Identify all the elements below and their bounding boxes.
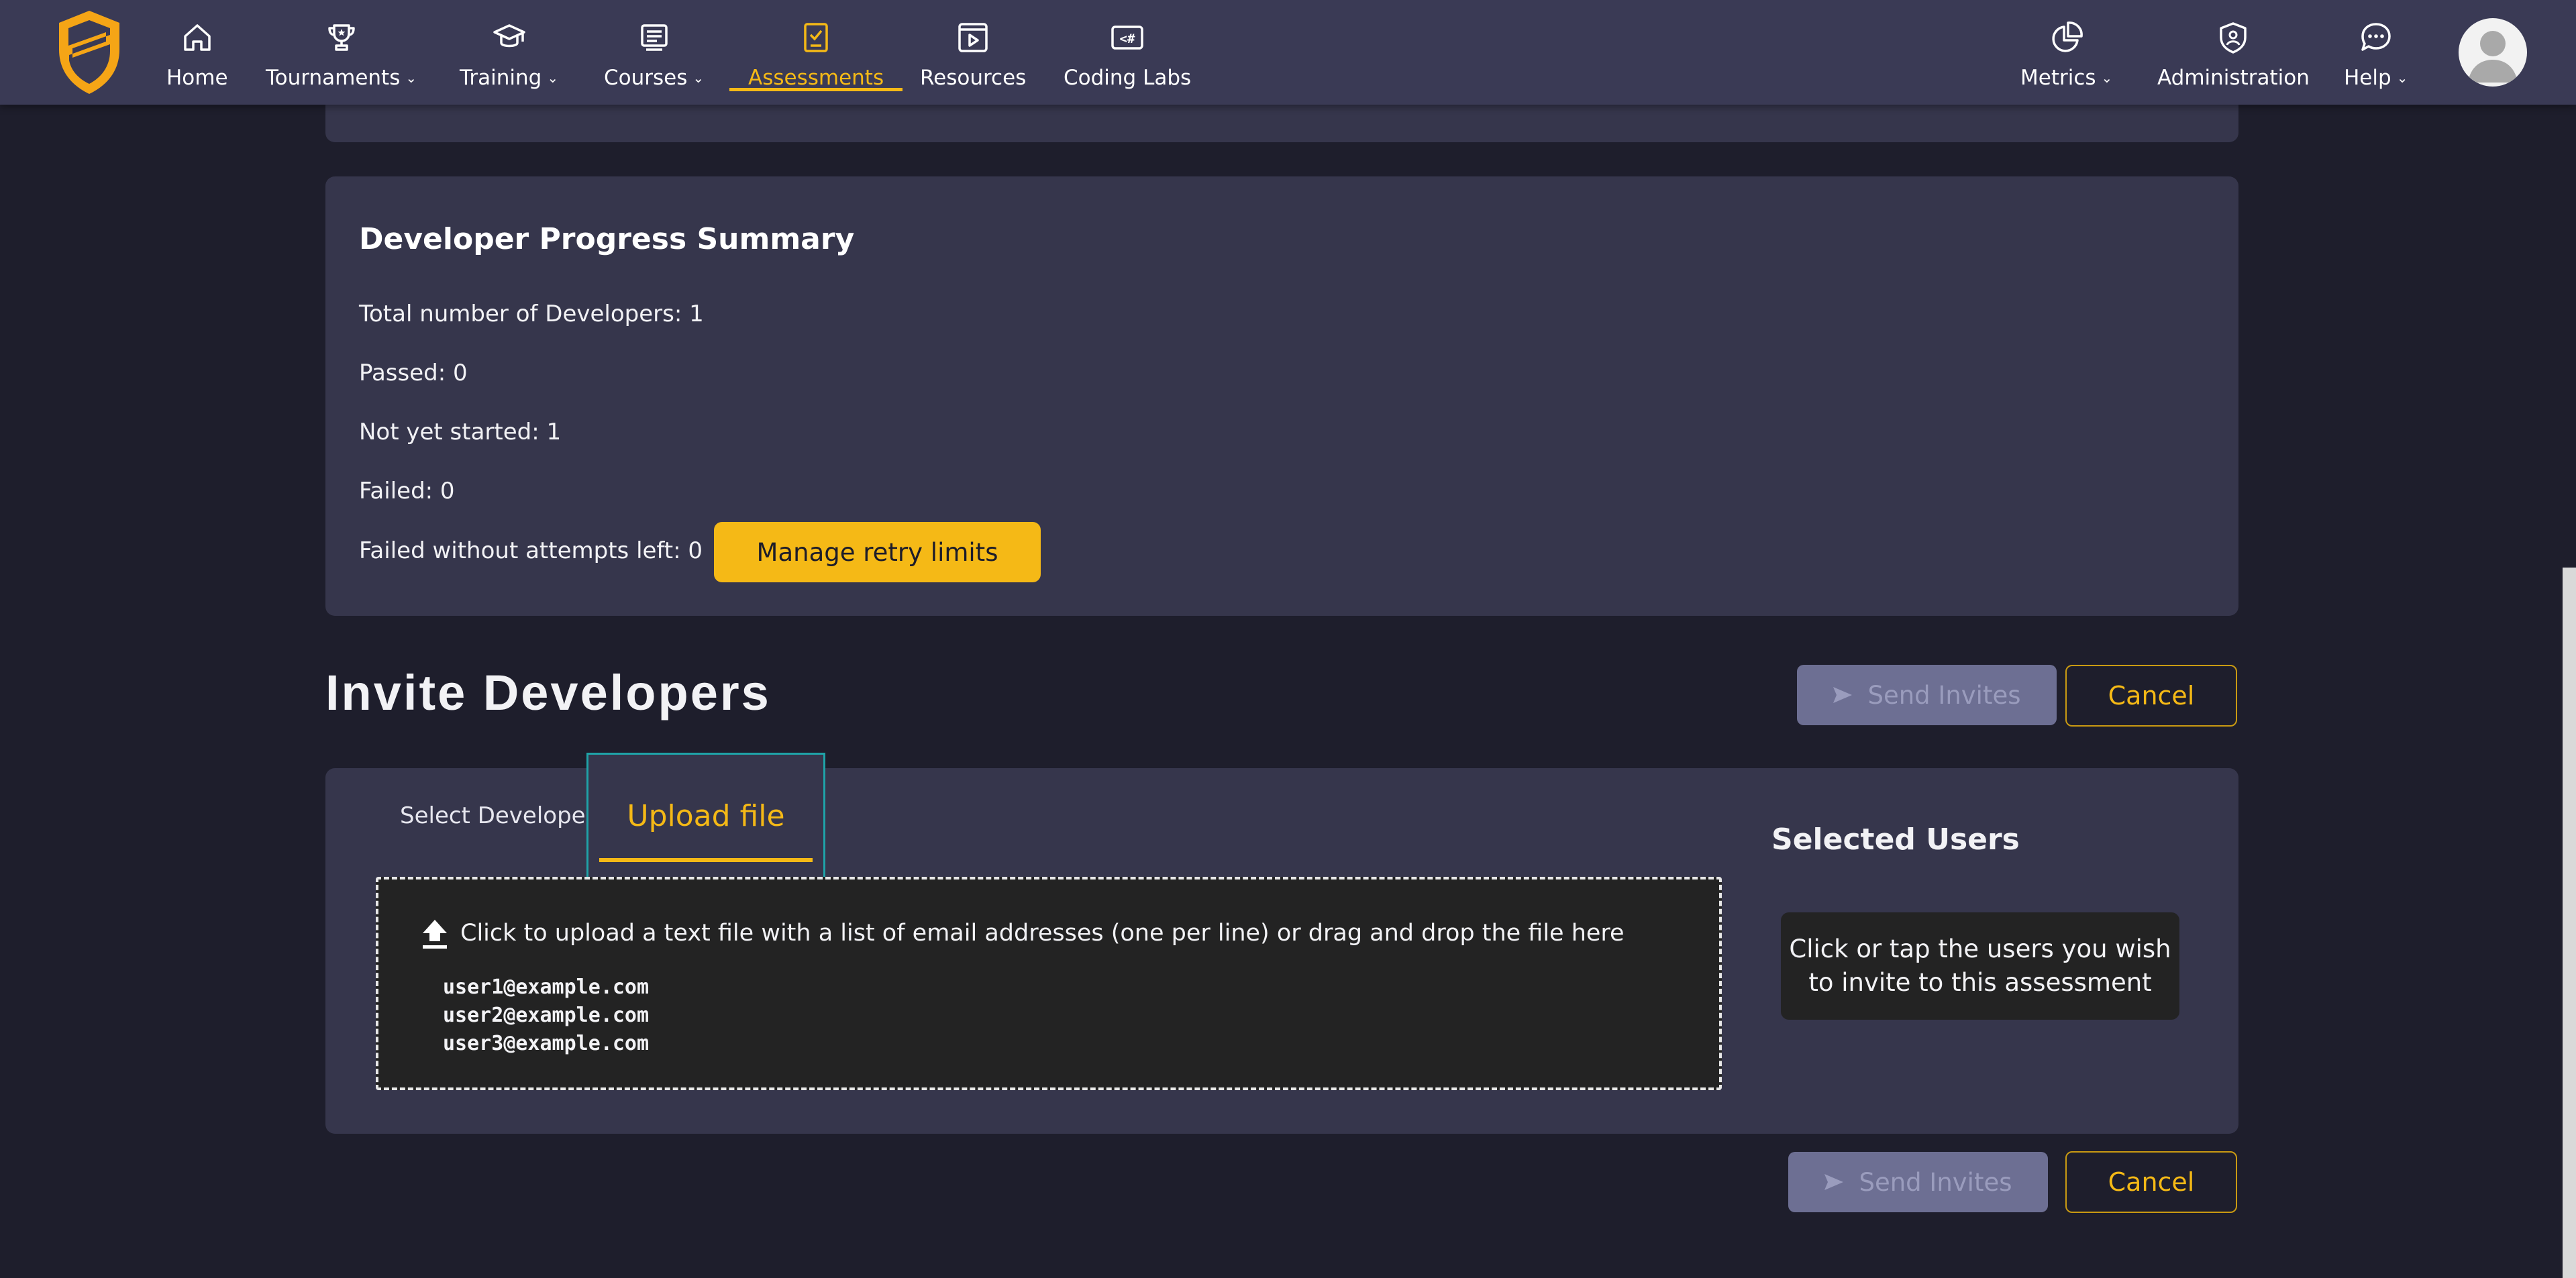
nav-metrics[interactable]: Metrics ⌄ bbox=[2020, 0, 2112, 105]
nav-tournaments-label: Tournaments bbox=[266, 66, 401, 90]
help-chat-icon bbox=[2361, 23, 2391, 51]
assessment-checklist-icon bbox=[804, 23, 828, 52]
nav-help[interactable]: Help ⌄ bbox=[2344, 0, 2408, 105]
send-invites-button-bottom[interactable]: Send Invites bbox=[1788, 1152, 2048, 1212]
stat-failed: Failed: 0 bbox=[359, 478, 455, 504]
manage-retry-limits-button[interactable]: Manage retry limits bbox=[714, 522, 1041, 582]
video-play-icon bbox=[958, 23, 988, 52]
send-arrow-icon bbox=[1824, 1174, 1844, 1190]
courses-icon bbox=[640, 24, 668, 51]
stat-not-started: Not yet started: 1 bbox=[359, 419, 562, 445]
nav-administration-label: Administration bbox=[2157, 66, 2310, 90]
chevron-down-icon: ⌄ bbox=[692, 70, 705, 86]
nav-coding-labs-label: Coding Labs bbox=[1064, 66, 1192, 90]
admin-shield-icon bbox=[2220, 22, 2247, 54]
send-invites-button-top[interactable]: Send Invites bbox=[1797, 665, 2057, 725]
invite-developers-title: Invite Developers bbox=[325, 665, 771, 721]
nav-courses[interactable]: Courses ⌄ bbox=[604, 0, 704, 105]
send-invites-label: Send Invites bbox=[1859, 1167, 2012, 1197]
user-silhouette-icon bbox=[2468, 31, 2518, 83]
shield-logo-icon[interactable] bbox=[52, 8, 126, 97]
example-email: user1@example.com bbox=[443, 975, 650, 999]
send-arrow-icon bbox=[1833, 687, 1853, 703]
pie-chart-icon bbox=[2052, 21, 2083, 52]
nav-assessments[interactable]: Assessments bbox=[729, 0, 903, 105]
graduation-cap-icon bbox=[493, 24, 525, 48]
chevron-down-icon: ⌄ bbox=[2101, 70, 2113, 86]
summary-title: Developer Progress Summary bbox=[359, 222, 855, 256]
selected-users-empty-hint: Click or tap the users you wish to invit… bbox=[1781, 912, 2179, 1020]
nav-training-label: Training bbox=[460, 66, 542, 90]
send-invites-label: Send Invites bbox=[1867, 680, 2021, 710]
nav-administration[interactable]: Administration bbox=[2157, 0, 2310, 105]
nav-help-label: Help bbox=[2344, 66, 2391, 90]
nav-home-label: Home bbox=[166, 66, 228, 90]
stat-passed: Passed: 0 bbox=[359, 360, 468, 386]
example-email: user2@example.com bbox=[443, 1004, 650, 1027]
nav-resources-label: Resources bbox=[920, 66, 1027, 90]
nav-courses-label: Courses bbox=[604, 66, 688, 90]
upload-hint-text: Click to upload a text file with a list … bbox=[460, 920, 1625, 947]
nav-assessments-label: Assessments bbox=[748, 66, 884, 90]
top-navigation-bar: Home Tournaments ⌄ Training ⌄ Courses ⌄ Ass… bbox=[0, 0, 2576, 105]
home-icon bbox=[184, 24, 211, 51]
tab-upload-file-label: Upload file bbox=[627, 799, 785, 833]
active-tab-underline bbox=[599, 858, 813, 862]
svg-text:<#: <# bbox=[1120, 32, 1135, 46]
selected-users-title: Selected Users bbox=[1771, 822, 2020, 857]
nav-metrics-label: Metrics bbox=[2020, 66, 2096, 90]
trophy-icon bbox=[327, 24, 355, 51]
tab-select-developers[interactable]: Select Developers bbox=[400, 802, 607, 829]
chevron-down-icon: ⌄ bbox=[2396, 70, 2408, 86]
example-email-list: user1@example.com user2@example.com user… bbox=[443, 973, 649, 1058]
stat-total-developers: Total number of Developers: 1 bbox=[359, 301, 704, 327]
nav-coding-labs[interactable]: <# Coding Labs bbox=[1064, 0, 1191, 105]
user-avatar[interactable] bbox=[2459, 18, 2527, 87]
code-hash-icon: <# bbox=[1111, 25, 1143, 50]
developer-progress-summary-panel: Developer Progress Summary Total number … bbox=[325, 176, 2238, 616]
nav-training[interactable]: Training ⌄ bbox=[460, 0, 558, 105]
stat-failed-no-attempts: Failed without attempts left: 0 bbox=[359, 537, 703, 564]
file-upload-dropzone[interactable]: Click to upload a text file with a list … bbox=[376, 877, 1722, 1090]
example-email: user3@example.com bbox=[443, 1032, 650, 1055]
chevron-down-icon: ⌄ bbox=[405, 70, 417, 86]
chevron-down-icon: ⌄ bbox=[547, 70, 559, 86]
cancel-button-bottom[interactable]: Cancel bbox=[2065, 1151, 2237, 1213]
upload-icon bbox=[423, 920, 447, 949]
cancel-button-top[interactable]: Cancel bbox=[2065, 665, 2237, 727]
nav-home[interactable]: Home bbox=[166, 0, 228, 105]
nav-tournaments[interactable]: Tournaments ⌄ bbox=[266, 0, 417, 105]
page-scrollbar[interactable] bbox=[2563, 568, 2576, 1278]
tab-upload-file[interactable]: Upload file bbox=[586, 753, 825, 886]
nav-resources[interactable]: Resources bbox=[920, 0, 1026, 105]
